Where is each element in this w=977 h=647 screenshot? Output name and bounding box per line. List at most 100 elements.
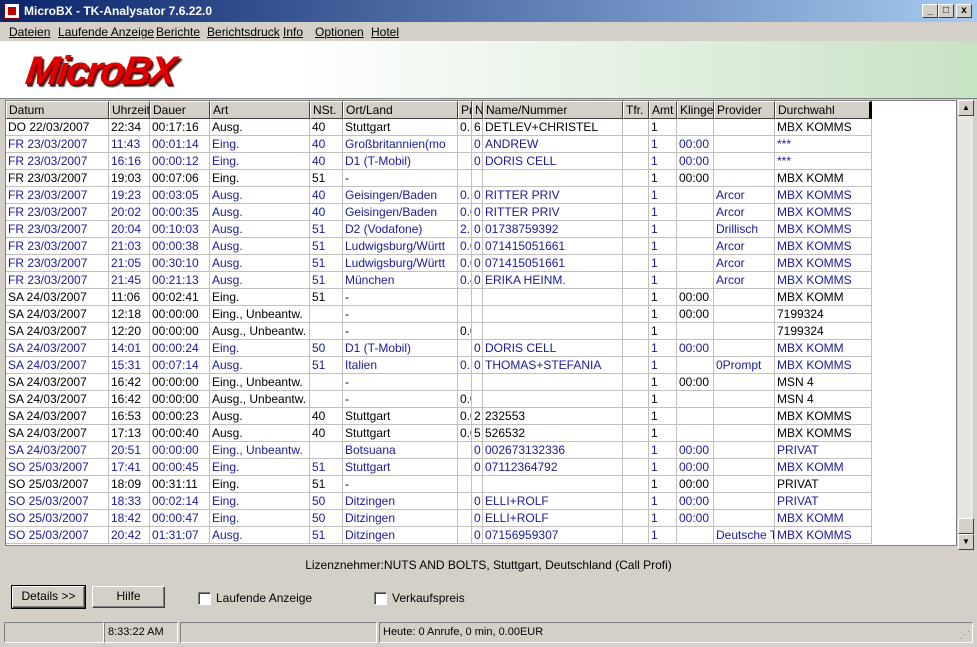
cell-art: Ausg. [210, 221, 310, 238]
scroll-thumb[interactable] [958, 518, 974, 534]
cell-provider [714, 442, 775, 459]
col-provider[interactable]: Provider [714, 101, 775, 119]
scroll-down-icon[interactable]: ▼ [958, 534, 974, 550]
table-row[interactable]: SA 24/03/2007 12:20 00:00:00 Ausg., Unbeant… [6, 323, 872, 340]
cell-ort: Geisingen/Baden [343, 187, 458, 204]
close-button[interactable]: x [956, 4, 972, 18]
col-amt[interactable]: Amt [649, 101, 677, 119]
cell-klingel: 00:00 [677, 170, 714, 187]
verkaufspreis-checkbox[interactable] [374, 592, 387, 605]
cell-datum: FR 23/03/2007 [6, 272, 109, 289]
table-row[interactable]: DO 22/03/2007 22:34 00:17:16 Ausg. 40 Stuttga… [6, 119, 872, 136]
col-datum[interactable]: Datum [6, 101, 109, 119]
col-dauer[interactable]: Dauer [150, 101, 210, 119]
cell-datum: SA 24/03/2007 [6, 408, 109, 425]
cell-nst [310, 323, 343, 340]
verkaufspreis-label[interactable]: Verkaufspreis [392, 591, 465, 605]
table-row[interactable]: FR 23/03/2007 20:04 00:10:03 Ausg. 51 D2 (Vod… [6, 221, 872, 238]
minimize-button[interactable]: _ [922, 4, 938, 18]
table-row[interactable]: SA 24/03/2007 15:31 00:07:14 Ausg. 51 Italien… [6, 357, 872, 374]
table-row[interactable]: SO 25/03/2007 18:33 00:02:14 Eing. 50 Ditzing… [6, 493, 872, 510]
table-row[interactable]: SO 25/03/2007 18:09 00:31:11 Eing. 51- 1 00:00… [6, 476, 872, 493]
table-row[interactable]: FR 23/03/2007 21:05 00:30:10 Ausg. 51 Ludwigs… [6, 255, 872, 272]
cell-durchwahl: MBX KOMMS [775, 221, 872, 238]
col-durchwahl[interactable]: Durchwahl [775, 101, 872, 119]
menu-laufende-anzeige[interactable]: Laufende Anzeige [58, 25, 154, 39]
details-button[interactable]: Details >> [11, 585, 86, 609]
menu-berichtsdruck[interactable]: Berichtsdruck [207, 25, 280, 39]
cell-amt: 1 [649, 136, 677, 153]
cell-durchwahl: MBX KOMMS [775, 357, 872, 374]
vertical-scrollbar[interactable]: ▲ ▼ [957, 100, 974, 550]
cell-amt: 1 [649, 442, 677, 459]
table-row[interactable]: SO 25/03/2007 20:42 01:31:07 Ausg. 51 Ditzing… [6, 527, 872, 544]
cell-nst: 40 [310, 153, 343, 170]
table-row[interactable]: FR 23/03/2007 21:03 00:00:38 Ausg. 51 Ludwigs… [6, 238, 872, 255]
cell-amt: 1 [649, 289, 677, 306]
cell-klingel: 00:00 [677, 340, 714, 357]
title-bar[interactable]: MicroBX - TK-Analysator 7.6.22.0 _ □ x [0, 0, 977, 22]
table-row[interactable]: SO 25/03/2007 17:41 00:00:45 Eing. 51 Stuttga… [6, 459, 872, 476]
cell-name: RITTER PRIV [483, 187, 623, 204]
cell-provider [714, 340, 775, 357]
table-row[interactable]: FR 23/03/2007 19:23 00:03:05 Ausg. 40 Geising… [6, 187, 872, 204]
table-row[interactable]: SO 25/03/2007 18:42 00:00:47 Eing. 50 Ditzing… [6, 510, 872, 527]
table-row[interactable]: SA 24/03/2007 16:53 00:00:23 Ausg. 40 Stuttga… [6, 408, 872, 425]
table-row[interactable]: SA 24/03/2007 12:18 00:00:00 Eing., Unbeant… [6, 306, 872, 323]
col-pr[interactable]: Pr [458, 101, 472, 119]
cell-pr: 0.0 [458, 425, 472, 442]
menu-optionen[interactable]: Optionen [315, 25, 364, 39]
app-icon[interactable] [4, 3, 20, 19]
cell-ort: Ludwigsburg/Württ [343, 255, 458, 272]
cell-pr [458, 476, 472, 493]
scroll-up-icon[interactable]: ▲ [958, 100, 974, 116]
table-row[interactable]: FR 23/03/2007 16:16 00:00:12 Eing. 40 D1 (T-M… [6, 153, 872, 170]
help-button[interactable]: Hilfe [92, 586, 165, 608]
col-klingel[interactable]: Klingel [677, 101, 714, 119]
cell-dauer: 00:00:00 [150, 391, 210, 408]
cell-ort: - [343, 306, 458, 323]
menu-hotel[interactable]: Hotel [371, 25, 399, 39]
cell-klingel [677, 255, 714, 272]
cell-ort: D1 (T-Mobil) [343, 340, 458, 357]
table-row[interactable]: FR 23/03/2007 19:03 00:07:06 Eing. 51- 1 00:00… [6, 170, 872, 187]
menu-info[interactable]: Info [283, 25, 303, 39]
cell-datum: FR 23/03/2007 [6, 238, 109, 255]
col-name-nummer[interactable]: Name/Nummer [483, 101, 623, 119]
table-row[interactable]: FR 23/03/2007 21:45 00:21:13 Ausg. 51 München… [6, 272, 872, 289]
table-row[interactable]: SA 24/03/2007 16:42 00:00:00 Ausg., Unbeant… [6, 391, 872, 408]
col-ort-land[interactable]: Ort/Land [343, 101, 458, 119]
cell-datum: FR 23/03/2007 [6, 255, 109, 272]
cell-pr [458, 493, 472, 510]
call-log-table[interactable]: Datum Uhrzeit Dauer Art NSt. Ort/Land Pr… [5, 100, 957, 546]
table-row[interactable]: SA 24/03/2007 14:01 00:00:24 Eing. 50 D1 (T-M… [6, 340, 872, 357]
laufende-anzeige-checkbox[interactable] [198, 592, 211, 605]
col-uhrzeit[interactable]: Uhrzeit [109, 101, 150, 119]
cell-datum: SA 24/03/2007 [6, 357, 109, 374]
cell-durchwahl: 7199324 [775, 306, 872, 323]
cell-nst: 40 [310, 119, 343, 136]
maximize-button[interactable]: □ [938, 4, 954, 18]
col-n[interactable]: N [472, 101, 483, 119]
cell-nst [310, 442, 343, 459]
col-nst[interactable]: NSt. [310, 101, 343, 119]
table-row[interactable]: SA 24/03/2007 11:06 00:02:41 Eing. 51- 1 00:00… [6, 289, 872, 306]
table-row[interactable]: SA 24/03/2007 20:51 00:00:00 Eing., Unbeant… [6, 442, 872, 459]
cell-uhrzeit: 15:31 [109, 357, 150, 374]
col-art[interactable]: Art [210, 101, 310, 119]
table-row[interactable]: SA 24/03/2007 17:13 00:00:40 Ausg. 40 Stuttga… [6, 425, 872, 442]
resize-grip-icon[interactable]: ⋰ [960, 630, 970, 641]
cell-dauer: 00:00:23 [150, 408, 210, 425]
cell-pr [458, 340, 472, 357]
menu-dateien[interactable]: Dateien [9, 25, 50, 39]
table-row[interactable]: SA 24/03/2007 16:42 00:00:00 Eing., Unbeant… [6, 374, 872, 391]
laufende-anzeige-label[interactable]: Laufende Anzeige [216, 591, 312, 605]
cell-durchwahl: MBX KOMMS [775, 255, 872, 272]
menu-berichte[interactable]: Berichte [156, 25, 200, 39]
cell-dauer: 00:07:06 [150, 170, 210, 187]
col-tfr[interactable]: Tfr. [623, 101, 649, 119]
cell-amt: 1 [649, 459, 677, 476]
table-row[interactable]: FR 23/03/2007 20:02 00:00:35 Ausg. 40 Geising… [6, 204, 872, 221]
cell-ort: Stuttgart [343, 459, 458, 476]
table-row[interactable]: FR 23/03/2007 11:43 00:01:14 Eing. 40 Großbri… [6, 136, 872, 153]
